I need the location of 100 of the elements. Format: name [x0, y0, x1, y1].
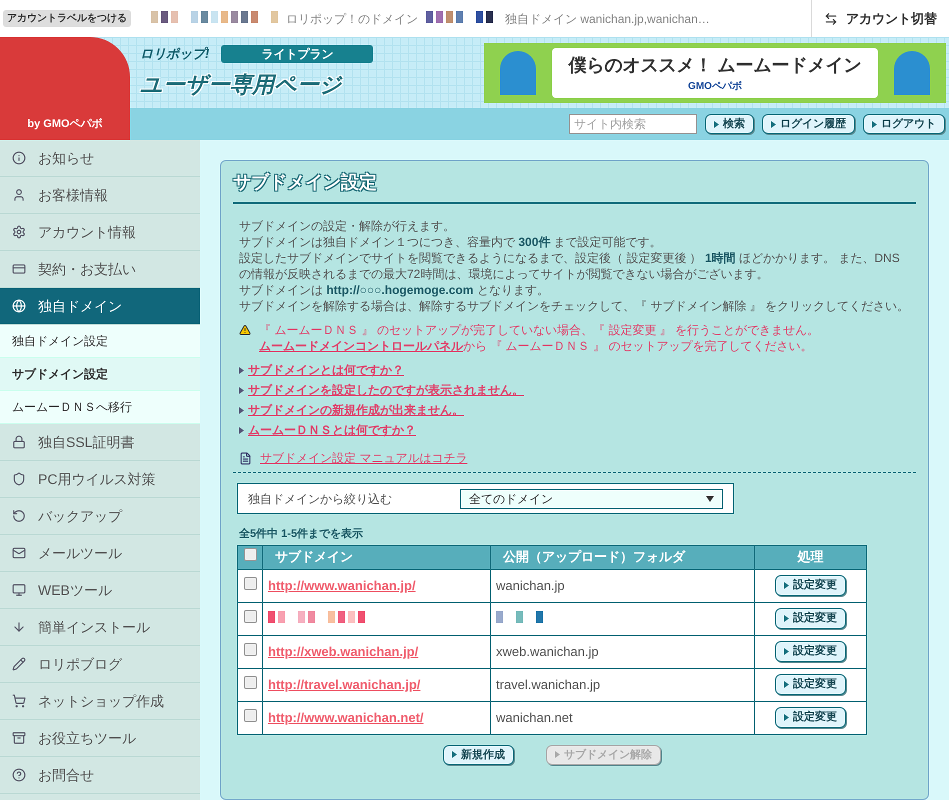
sidebar-item[interactable]: PC用ウイルス対策: [0, 461, 200, 498]
brand-logo: ロリポップ!: [140, 45, 210, 64]
sidebar-item[interactable]: ネットショップ作成: [0, 683, 200, 720]
switch-icon: [824, 12, 838, 26]
company-logo: by GMOペパボ: [27, 116, 103, 132]
menu-icon: [12, 657, 26, 671]
menu-icon: [12, 435, 26, 449]
checkbox[interactable]: [244, 708, 256, 722]
action-button[interactable]: 新規作成: [443, 744, 514, 765]
settings-change-button[interactable]: 設定変更: [775, 575, 846, 596]
plan-badge: ライトプラン: [221, 45, 374, 63]
arrow-icon: [784, 681, 789, 688]
menu-icon: [12, 225, 26, 239]
faq-link[interactable]: サブドメインの新規作成が出来ません。: [248, 402, 464, 418]
sidebar-item[interactable]: ロリポブログ: [0, 646, 200, 683]
menu-icon: [12, 768, 26, 782]
checkbox[interactable]: [244, 676, 256, 689]
sidebar-subitem[interactable]: ムームーＤＮＳへ移行: [0, 391, 200, 424]
document-icon: [239, 452, 252, 464]
intro-text: サブドメインは http://○○○.hogemoge.com となります。: [239, 282, 550, 298]
menu-icon: [12, 262, 26, 276]
settings-change-button[interactable]: 設定変更: [775, 707, 846, 728]
banner-company: GMOペパボ: [688, 80, 742, 94]
column-header: 公開（アップロード）フォルダ: [490, 545, 754, 569]
menu-icon: [12, 694, 26, 708]
domain-select[interactable]: 全てのドメイン: [460, 488, 723, 508]
settings-change-button[interactable]: 設定変更: [775, 641, 846, 662]
table-cell: xweb.wanichan.jp: [490, 635, 754, 668]
redacted-text: [426, 10, 493, 22]
manual-link[interactable]: サブドメイン設定 マニュアルはコチラ: [260, 450, 468, 466]
subdomain-link[interactable]: http://www.wanichan.jp/: [268, 578, 416, 593]
bullet-icon: [239, 406, 244, 414]
column-header: サブドメイン: [262, 545, 490, 569]
intro-text: サブドメインを解除する場合は、解除するサブドメインをチェックして、『 サブドメイン解除 』 をクリックしてください。: [239, 298, 910, 314]
arrow-icon: [872, 120, 877, 128]
menu-icon: [12, 509, 26, 523]
subdomain-link[interactable]: http://travel.wanichan.jp/: [268, 676, 420, 692]
faq-link[interactable]: サブドメインとは何ですか？: [248, 362, 404, 378]
column-header: 処理: [754, 545, 866, 569]
sidebar-item[interactable]: バックアップ: [0, 498, 200, 535]
arrow-icon: [771, 120, 776, 128]
warning-text: ムームードメインコントロールパネルから 『 ムームーＤＮＳ 』 のセットアップを完了してください。: [259, 338, 814, 354]
arrow-icon: [555, 751, 560, 758]
sidebar-item[interactable]: お知らせ: [0, 140, 200, 177]
dropdown-icon: [706, 496, 714, 502]
menu-icon: [12, 188, 26, 202]
subdomain-link[interactable]: http://www.wanichan.net/: [268, 710, 424, 725]
control-panel-link[interactable]: ムームードメインコントロールパネル: [259, 339, 463, 353]
menu-icon: [12, 472, 26, 486]
bullet-icon: [239, 366, 244, 374]
menu-icon: [12, 583, 26, 597]
faq-link[interactable]: ムームーＤＮＳとは何ですか？: [248, 422, 416, 438]
settings-change-button[interactable]: 設定変更: [775, 674, 846, 695]
arrow-icon: [784, 615, 789, 622]
sidebar-subitem[interactable]: 独自ドメイン設定: [0, 325, 200, 358]
bullet-icon: [239, 426, 244, 434]
arrow-icon: [784, 714, 789, 722]
checkbox[interactable]: [244, 642, 256, 656]
checkbox[interactable]: [244, 576, 256, 590]
sidebar-item[interactable]: お役立ちツール: [0, 720, 200, 757]
menu-icon: [12, 299, 26, 313]
sidebar-item[interactable]: メールツール: [0, 535, 200, 572]
page-title: ユーザー専用ページ: [140, 70, 344, 99]
sidebar-item[interactable]: WEBツール: [0, 572, 200, 609]
nav-button[interactable]: 検索: [705, 114, 754, 134]
sidebar-subitem[interactable]: サブドメイン設定: [0, 358, 200, 391]
menu-icon: [12, 731, 26, 745]
arrow-icon: [452, 751, 457, 758]
table-cell: wanichan.jp: [490, 569, 754, 602]
table-cell: travel.wanichan.jp: [490, 668, 754, 701]
faq-link[interactable]: サブドメインを設定したのですが表示されません。: [248, 382, 524, 398]
bullet-icon: [239, 386, 244, 394]
nav-button[interactable]: ログアウト: [863, 114, 945, 134]
arrow-icon: [714, 120, 719, 128]
panel-title: サブドメイン設定: [233, 169, 916, 204]
menu-icon: [12, 546, 26, 560]
menu-icon: [12, 620, 26, 634]
settings-change-button[interactable]: 設定変更: [775, 608, 846, 629]
sidebar-item[interactable]: 簡単インストール: [0, 609, 200, 646]
checkbox[interactable]: [244, 548, 256, 562]
sidebar-item[interactable]: お客様情報: [0, 177, 200, 214]
menu-icon: [12, 151, 26, 165]
sidebar-item[interactable]: アカウント情報: [0, 214, 200, 251]
account-label-button[interactable]: アカウントラベルをつける: [3, 10, 131, 27]
account-domain: ロリポップ！のドメイン: [286, 10, 418, 28]
sidebar-item[interactable]: お問合せ: [0, 757, 200, 794]
intro-text: サブドメインの設定・解除が行えます。: [239, 218, 456, 234]
warning-text: 『 ムームーＤＮＳ 』 のセットアップが完了していない場合、『 設定変更 』 を行うことができません。: [259, 322, 820, 338]
arrow-icon: [784, 648, 789, 656]
site-search-field[interactable]: サイト内検索: [569, 114, 697, 134]
own-domain: 独自ドメイン wanichan.jp,wanichan…: [505, 10, 710, 28]
checkbox[interactable]: [244, 610, 256, 623]
intro-text: サブドメインは独自ドメイン１つにつき、容量内で 300件 まで設定可能です。: [239, 234, 663, 250]
sidebar-item[interactable]: 独自ドメイン: [0, 288, 200, 325]
warning-icon: [239, 324, 251, 336]
arrow-icon: [784, 582, 789, 590]
subdomain-link[interactable]: http://xweb.wanichan.jp/: [268, 644, 418, 659]
sidebar-item[interactable]: 独自SSL証明書: [0, 424, 200, 461]
nav-button[interactable]: ログイン履歴: [762, 114, 855, 134]
intro-text: 設定したサブドメインでサイトを閲覧できるようになるまで、設定後（ 設定変更後 ） 1時間 ほどかかります。 また、DNSの情報が反映されるまでの最大72時間は、環境によってサイトが閲覧できない場合がございます。: [239, 250, 901, 282]
